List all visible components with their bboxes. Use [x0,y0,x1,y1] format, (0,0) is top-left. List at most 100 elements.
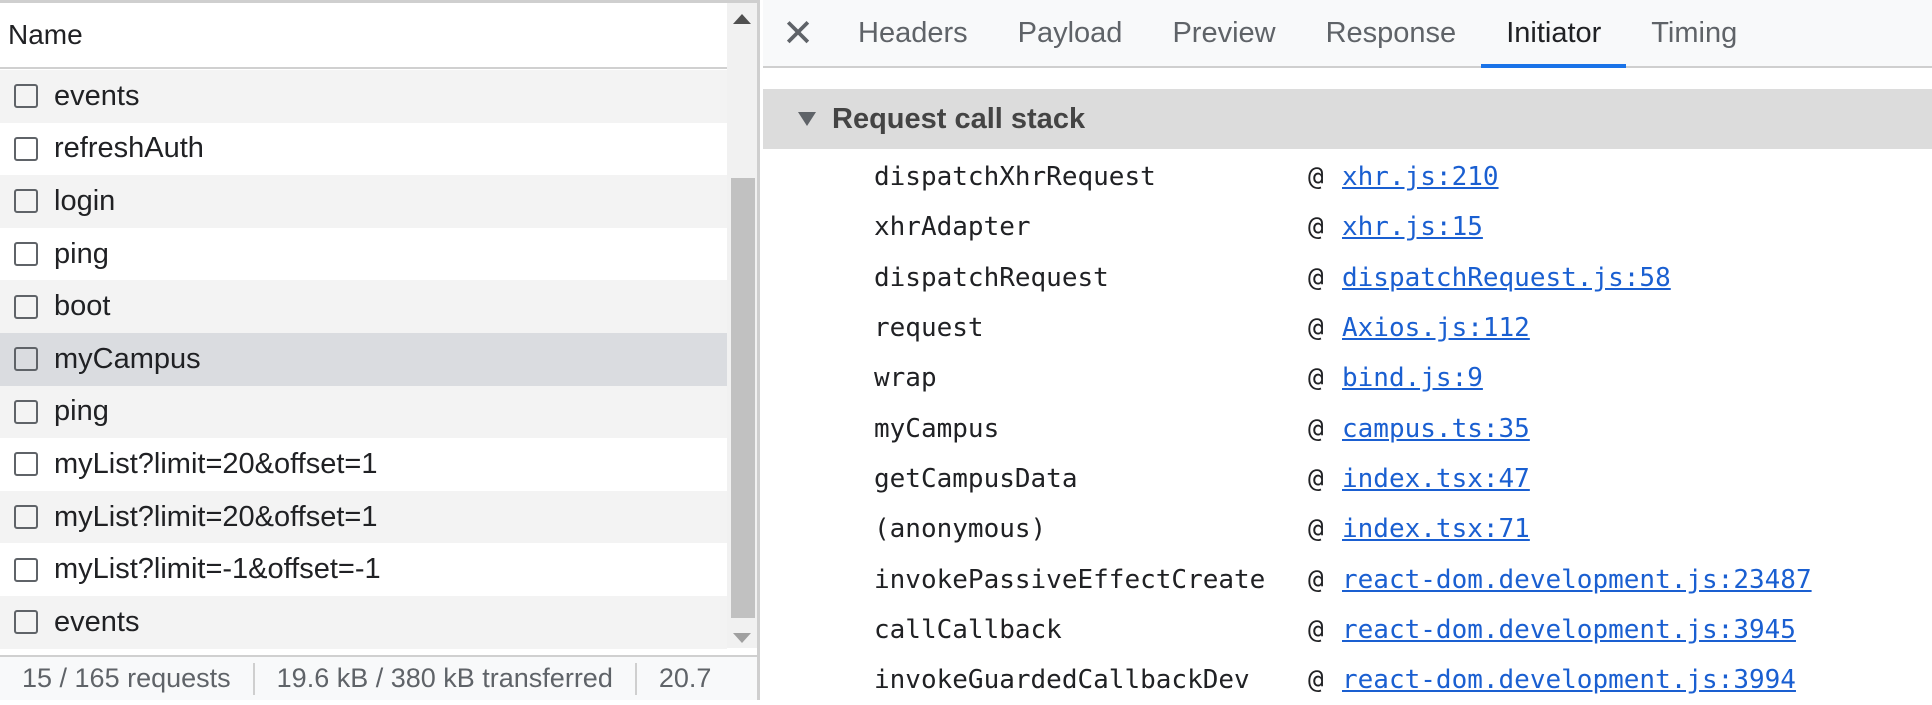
frame-source-link[interactable]: index.tsx:47 [1342,464,1530,494]
request-count: 15 / 165 requests [22,663,231,693]
frame-function-name: (anonymous) [874,514,1047,545]
frame-at-symbol: @ [1308,413,1324,444]
checkbox-icon[interactable] [14,399,38,424]
frame-at-symbol: @ [1308,665,1324,696]
frame-source-link[interactable]: xhr.js:210 [1342,162,1499,192]
transferred-size: 19.6 kB / 380 kB transferred [276,663,613,693]
resources-size: 20.7 [658,663,712,693]
call-stack-frame: myCampus @ campus.ts:35 [763,403,1932,453]
checkbox-icon[interactable] [14,347,38,372]
details-tab-bar: ✕ Headers Payload Preview Response Initiator… [763,0,1932,68]
frame-function-name: invokePassiveEffectCreate [874,564,1266,595]
frame-function-name: myCampus [874,413,1000,444]
frame-function-name: callCallback [874,614,1062,645]
request-row[interactable]: myList?limit=-1&offset=-1 [0,543,727,596]
details-panel: ✕ Headers Payload Preview Response Initiator… [763,0,1932,700]
request-name: refreshAuth [54,132,204,165]
request-name: boot [54,290,111,323]
frame-at-symbol: @ [1308,363,1324,394]
checkbox-icon[interactable] [14,452,38,477]
frame-at-symbol: @ [1308,463,1324,494]
request-name: ping [54,395,109,428]
frame-at-symbol: @ [1308,262,1324,293]
call-stack-frame: dispatchXhrRequest @ xhr.js:210 [763,152,1932,202]
call-stack-list: dispatchXhrRequest @ xhr.js:210 xhrAdapter @… [763,152,1932,705]
call-stack-frame: wrap @ bind.js:9 [763,353,1932,403]
call-stack-frame: request @ Axios.js:112 [763,303,1932,353]
tab-preview[interactable]: Preview [1147,0,1300,66]
call-stack-frame: xhrAdapter @ xhr.js:15 [763,202,1932,252]
frame-source-link[interactable]: index.tsx:71 [1342,514,1530,544]
request-row[interactable]: refreshAuth [0,122,727,176]
frame-source-link[interactable]: react-dom.development.js:23487 [1342,565,1812,595]
request-row[interactable]: myList?limit=20&offset=1 [0,438,727,491]
frame-function-name: request [874,313,984,344]
close-icon[interactable]: ✕ [763,0,833,66]
request-row[interactable]: login [0,175,727,228]
checkbox-icon[interactable] [14,294,38,319]
frame-at-symbol: @ [1308,514,1324,545]
frame-at-symbol: @ [1308,614,1324,645]
request-rows: events refreshAuth login ping boot myCampus pi… [0,70,727,649]
frame-function-name: xhrAdapter [874,212,1031,243]
frame-source-link[interactable]: xhr.js:15 [1342,212,1483,242]
call-stack-frame: callCallback @ react-dom.development.js:39… [763,605,1932,655]
frame-at-symbol: @ [1308,212,1324,243]
section-title: Request call stack [832,102,1086,135]
request-row[interactable]: events [0,595,727,649]
frame-source-link[interactable]: campus.ts:35 [1342,414,1530,444]
request-name: myList?limit=-1&offset=-1 [54,553,381,586]
status-bar: 15 / 165 requests 19.6 kB / 380 kB trans… [0,655,757,700]
frame-function-name: invokeGuardedCallbackDev [874,665,1250,696]
frame-at-symbol: @ [1308,564,1324,595]
frame-at-symbol: @ [1308,162,1324,193]
frame-function-name: wrap [874,363,937,394]
frame-function-name: dispatchRequest [874,262,1109,293]
frame-source-link[interactable]: react-dom.development.js:3945 [1342,615,1796,645]
checkbox-icon[interactable] [14,136,38,161]
request-name: ping [54,237,109,270]
frame-at-symbol: @ [1308,313,1324,344]
triangle-down-icon [798,112,816,126]
request-name: myList?limit=20&offset=1 [54,447,378,480]
checkbox-icon[interactable] [14,610,38,635]
call-stack-frame: (anonymous) @ index.tsx:71 [763,504,1932,554]
frame-function-name: dispatchXhrRequest [874,162,1156,193]
request-row[interactable]: events [0,70,727,123]
scroll-up-arrow-icon[interactable] [733,14,751,24]
checkbox-icon[interactable] [14,189,38,214]
call-stack-frame: dispatchRequest @ dispatchRequest.js:58 [763,253,1932,303]
request-name: events [54,79,140,112]
request-name: login [54,184,116,217]
request-list-panel: Name events refreshAuth login ping boot myCam… [0,0,760,700]
request-row[interactable]: myCampus [0,332,727,386]
checkbox-icon[interactable] [14,557,38,582]
request-row[interactable]: ping [0,385,727,439]
request-row[interactable]: myList?limit=20&offset=1 [0,490,727,544]
request-name: myList?limit=20&offset=1 [54,500,378,533]
scroll-down-arrow-icon[interactable] [733,633,751,643]
call-stack-frame: getCampusData @ index.tsx:47 [763,454,1932,504]
tab-payload[interactable]: Payload [993,0,1148,66]
checkbox-icon[interactable] [14,505,38,530]
name-column-header[interactable]: Name [0,3,727,69]
request-row[interactable]: boot [0,280,727,333]
tab-response[interactable]: Response [1301,0,1482,66]
call-stack-frame: invokePassiveEffectCreate @ react-dom.deve… [763,554,1932,604]
tab-headers[interactable]: Headers [833,0,993,66]
tab-initiator[interactable]: Initiator [1481,0,1627,68]
request-name: events [54,605,140,638]
request-row[interactable]: ping [0,227,727,281]
scrollbar-thumb[interactable] [731,178,755,618]
frame-source-link[interactable]: Axios.js:112 [1342,313,1530,343]
request-name: myCampus [54,342,201,375]
frame-source-link[interactable]: dispatchRequest.js:58 [1342,263,1671,293]
tab-timing[interactable]: Timing [1626,0,1762,66]
frame-function-name: getCampusData [874,463,1078,494]
frame-source-link[interactable]: react-dom.development.js:3994 [1342,665,1796,695]
frame-source-link[interactable]: bind.js:9 [1342,363,1483,393]
call-stack-frame: invokeGuardedCallbackDev @ react-dom.devel… [763,655,1932,705]
checkbox-icon[interactable] [14,84,38,109]
checkbox-icon[interactable] [14,242,38,267]
request-call-stack-header[interactable]: Request call stack [763,89,1932,149]
